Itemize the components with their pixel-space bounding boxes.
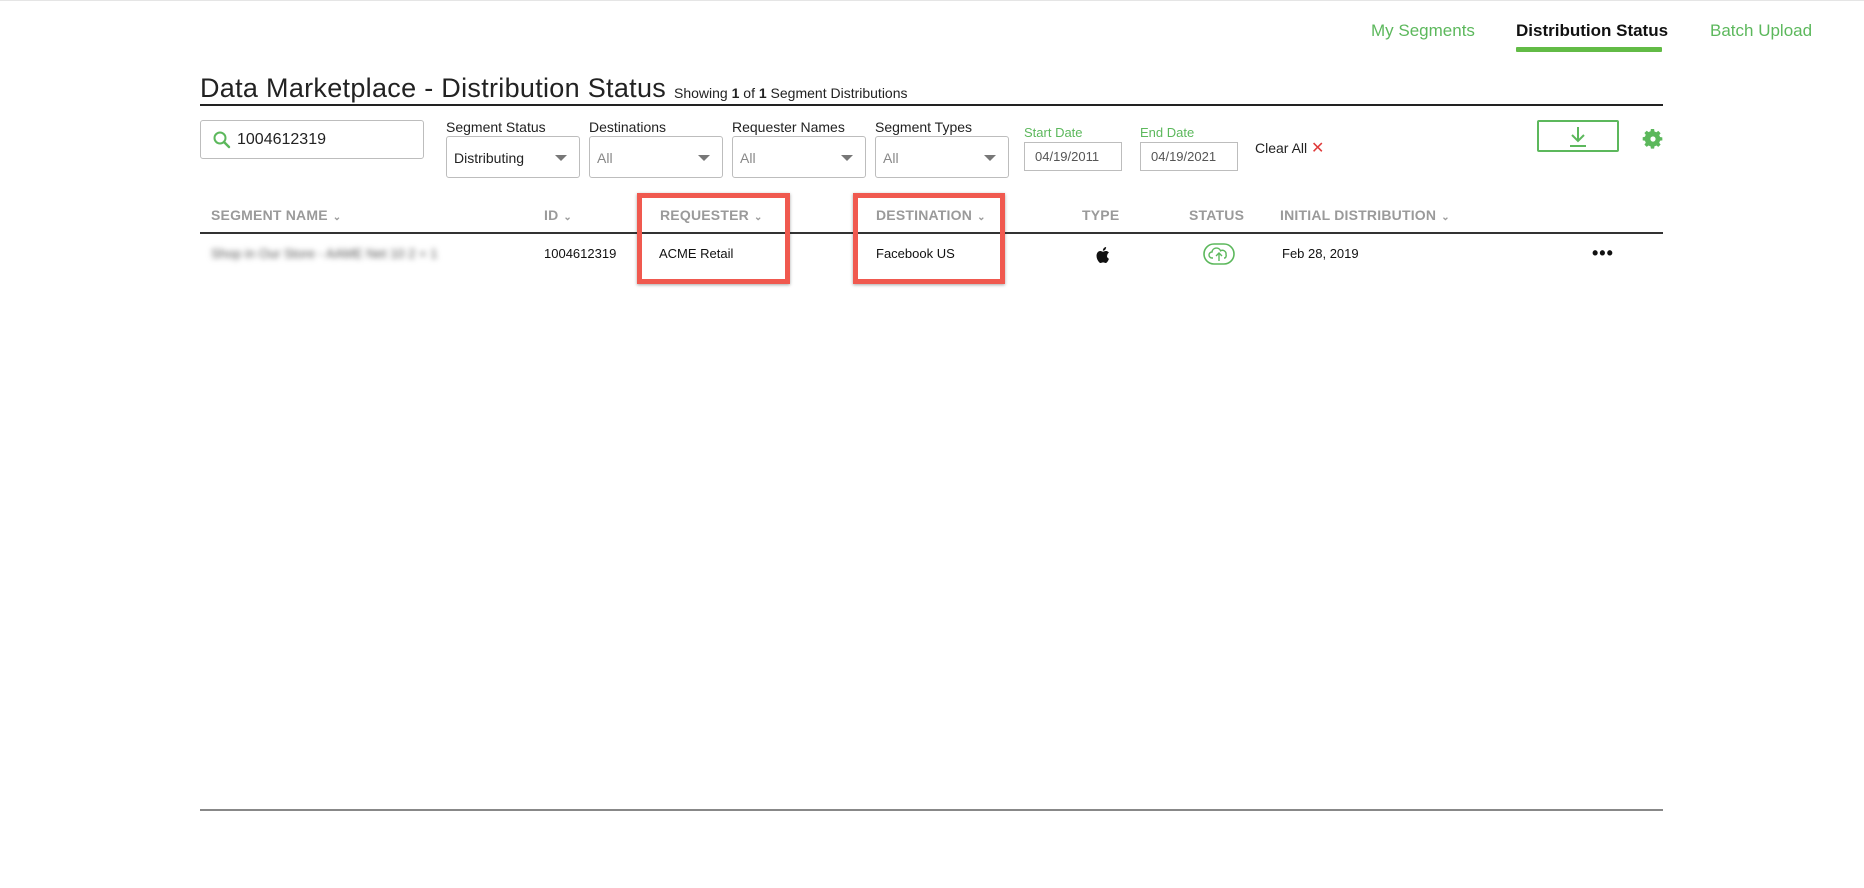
top-border bbox=[0, 0, 1864, 1]
chevron-down-icon: ⌄ bbox=[332, 212, 342, 223]
segment-types-label: Segment Types bbox=[875, 119, 973, 135]
table-footer-divider bbox=[200, 809, 1663, 811]
search-input[interactable] bbox=[237, 127, 417, 153]
end-date-label: End Date bbox=[1140, 125, 1195, 140]
cloud-upload-icon bbox=[1203, 243, 1235, 265]
search-box[interactable] bbox=[200, 120, 424, 159]
chevron-down-icon bbox=[841, 155, 853, 161]
download-button[interactable] bbox=[1537, 120, 1619, 152]
results-shown: 1 bbox=[731, 85, 740, 101]
close-icon[interactable]: ✕ bbox=[1311, 138, 1324, 158]
page-title: Data Marketplace - Distribution Status bbox=[200, 73, 667, 103]
search-icon bbox=[213, 131, 231, 149]
segment-types-select[interactable]: All bbox=[875, 136, 1009, 178]
end-date-input[interactable]: 04/19/2021 bbox=[1140, 142, 1238, 171]
more-options-icon[interactable]: ••• bbox=[1592, 244, 1614, 262]
segment-status-label: Segment Status bbox=[446, 119, 546, 135]
title-divider bbox=[200, 104, 1663, 106]
chevron-down-icon: ⌄ bbox=[563, 212, 572, 223]
col-segment-name-label: SEGMENT NAME bbox=[211, 207, 328, 223]
chevron-down-icon bbox=[698, 155, 710, 161]
nav-active-indicator bbox=[1516, 47, 1662, 52]
col-id-label: ID bbox=[544, 207, 559, 223]
col-type: TYPE bbox=[1082, 207, 1120, 223]
segment-status-select[interactable]: Distributing bbox=[446, 136, 580, 178]
results-total: 1 bbox=[758, 85, 767, 101]
start-date-input[interactable]: 04/19/2011 bbox=[1024, 142, 1122, 171]
clear-all-button[interactable]: Clear All bbox=[1255, 140, 1307, 156]
download-icon bbox=[1570, 127, 1586, 147]
cell-initial-distribution: Feb 28, 2019 bbox=[1282, 246, 1359, 261]
results-prefix: Showing bbox=[674, 85, 728, 101]
cell-segment-name[interactable]: Shop in Our Store - AAME Net 10 2 + 1 bbox=[211, 246, 438, 261]
gear-icon[interactable] bbox=[1641, 127, 1665, 151]
results-suffix: Segment Distributions bbox=[770, 85, 908, 101]
results-of: of bbox=[743, 85, 755, 101]
chevron-down-icon bbox=[984, 155, 996, 161]
segment-types-value: All bbox=[883, 150, 899, 166]
start-date-label: Start Date bbox=[1024, 125, 1083, 140]
chevron-down-icon: ⌄ bbox=[1441, 212, 1450, 223]
nav-my-segments[interactable]: My Segments bbox=[1371, 21, 1475, 41]
cell-id: 1004612319 bbox=[544, 246, 617, 261]
destination-highlight-box bbox=[853, 193, 1005, 284]
segment-status-value: Distributing bbox=[454, 150, 525, 166]
col-initial-distribution[interactable]: INITIAL DISTRIBUTION ⌄ bbox=[1280, 207, 1450, 223]
col-initial-distribution-label: INITIAL DISTRIBUTION bbox=[1280, 207, 1437, 223]
requester-names-value: All bbox=[740, 150, 756, 166]
destinations-value: All bbox=[597, 150, 613, 166]
nav-batch-upload[interactable]: Batch Upload bbox=[1710, 21, 1812, 41]
col-status: STATUS bbox=[1189, 207, 1245, 223]
apple-icon bbox=[1096, 247, 1109, 263]
nav-distribution-status[interactable]: Distribution Status bbox=[1516, 21, 1668, 41]
col-segment-name[interactable]: SEGMENT NAME ⌄ bbox=[211, 207, 341, 223]
requester-names-select[interactable]: All bbox=[732, 136, 866, 178]
col-id[interactable]: ID ⌄ bbox=[544, 207, 572, 223]
requester-highlight-box bbox=[637, 193, 790, 284]
destinations-label: Destinations bbox=[589, 119, 667, 135]
requester-names-label: Requester Names bbox=[732, 119, 845, 135]
chevron-down-icon bbox=[555, 155, 567, 161]
results-count: Showing 1 of 1 Segment Distributions bbox=[674, 85, 908, 101]
destinations-select[interactable]: All bbox=[589, 136, 723, 178]
